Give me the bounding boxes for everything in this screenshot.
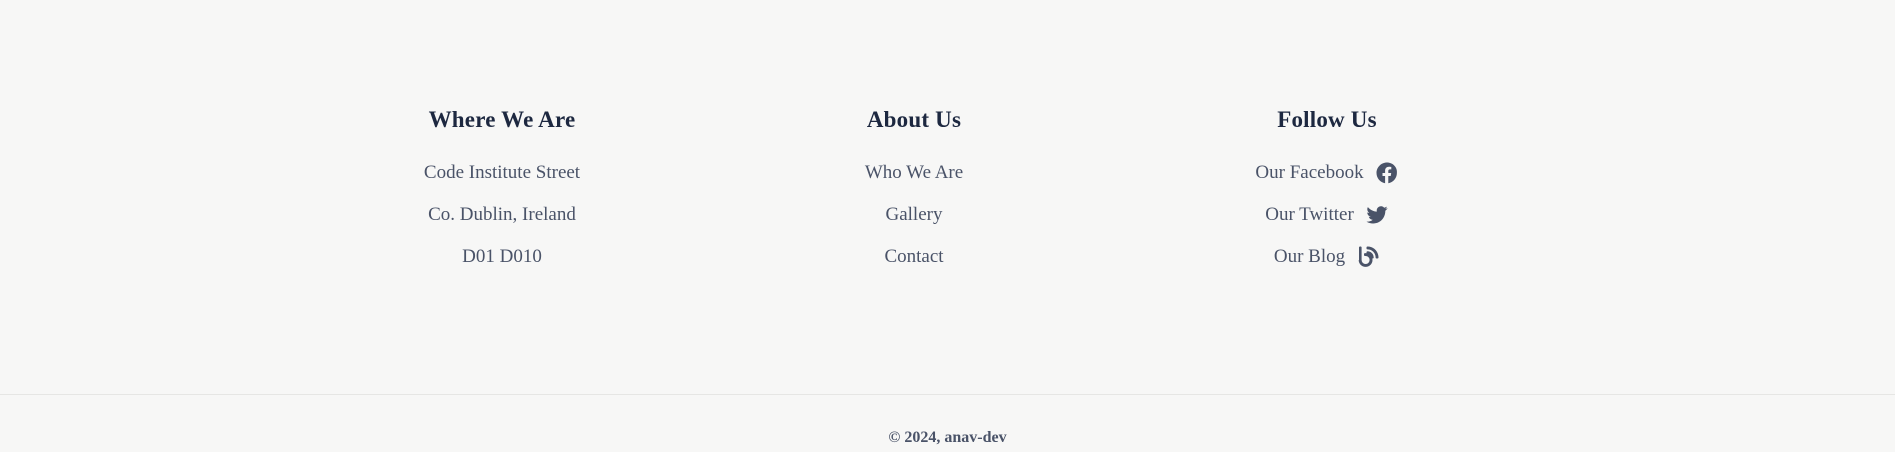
twitter-link[interactable]: Our Twitter (1265, 194, 1389, 236)
who-we-are-link[interactable]: Who We Are (865, 162, 963, 183)
about-us-section: About Us Who We Are Gallery Contact (734, 102, 1094, 278)
contact-link[interactable]: Contact (884, 246, 943, 267)
twitter-link-label: Our Twitter (1265, 204, 1354, 225)
facebook-icon (1375, 161, 1399, 185)
facebook-link[interactable]: Our Facebook (1255, 152, 1398, 194)
about-us-heading: About Us (866, 107, 962, 132)
blog-icon (1356, 245, 1380, 269)
about-links: Who We Are Gallery Contact (734, 152, 1094, 278)
gallery-link[interactable]: Gallery (886, 204, 943, 225)
footer-divider (0, 394, 1895, 395)
facebook-link-label: Our Facebook (1255, 162, 1364, 183)
copyright-text: © 2024, anav-dev (888, 429, 1007, 446)
social-links: Our Facebook Our Twitter Our Blog (1147, 152, 1507, 278)
where-we-are-section: Where We Are Code Institute Street Co. D… (322, 102, 682, 278)
address-list: Code Institute Street Co. Dublin, Irelan… (322, 152, 682, 278)
blog-link-label: Our Blog (1273, 246, 1346, 267)
blog-link[interactable]: Our Blog (1274, 236, 1380, 278)
address-line-postcode: D01 D010 (462, 246, 542, 267)
twitter-icon (1365, 203, 1389, 227)
where-we-are-heading: Where We Are (428, 107, 576, 132)
address-line-street: Code Institute Street (423, 162, 581, 183)
follow-us-heading: Follow Us (1277, 107, 1377, 132)
address-line-city: Co. Dublin, Ireland (428, 204, 576, 225)
follow-us-section: Follow Us Our Facebook Our Twitter Our B… (1147, 102, 1507, 278)
